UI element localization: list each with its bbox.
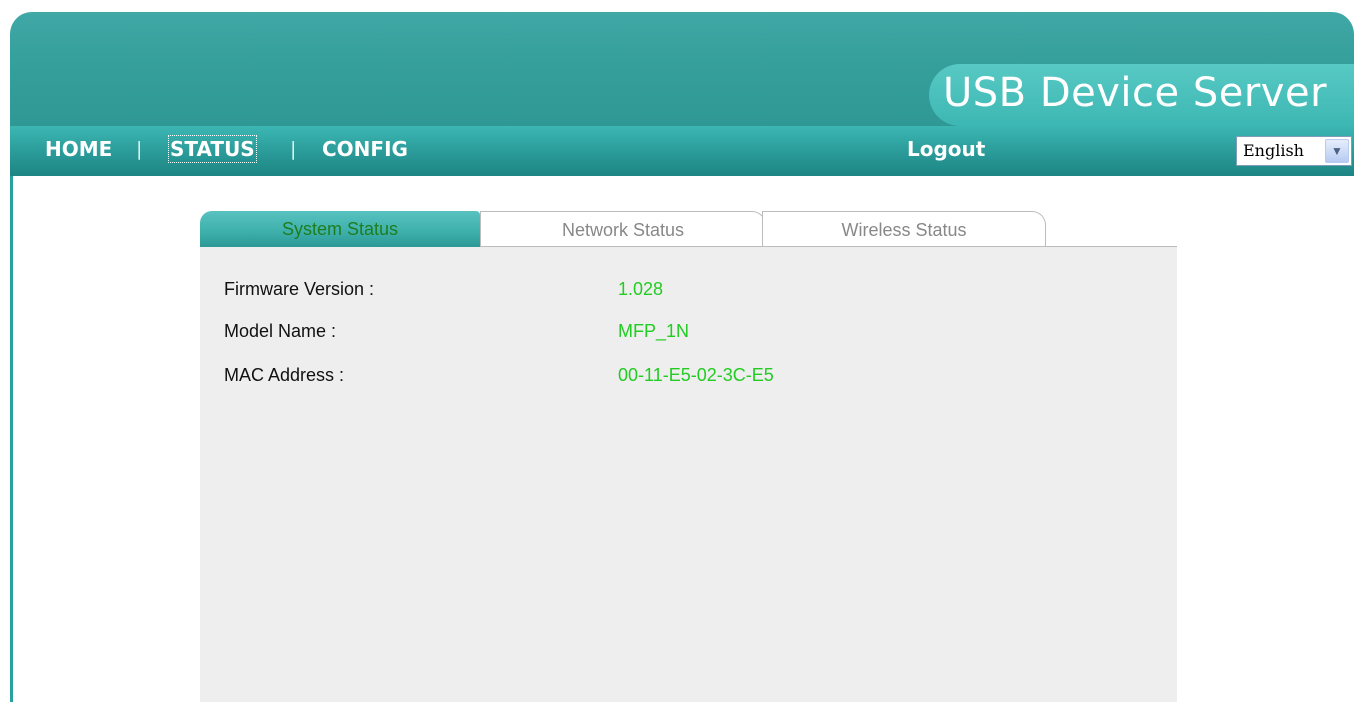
nav-config[interactable]: CONFIG <box>322 137 408 161</box>
model-name-label: Model Name : <box>224 321 337 341</box>
logout-link[interactable]: Logout <box>907 137 985 161</box>
app-title: USB Device Server <box>943 70 1328 116</box>
language-selected-value: English <box>1243 141 1304 160</box>
tab-system-status[interactable]: System Status <box>200 211 480 247</box>
firmware-version-value: 1.028 <box>618 279 664 299</box>
chevron-down-icon[interactable]: ▼ <box>1325 139 1349 163</box>
brand-pill: USB Device Server <box>929 64 1354 126</box>
model-name-row: Model Name : MFP_1N <box>224 321 689 342</box>
mac-address-label: MAC Address : <box>224 365 345 385</box>
language-select[interactable]: English ▼ <box>1236 136 1352 166</box>
system-status-panel: Firmware Version : 1.028 Model Name : MF… <box>200 247 1177 702</box>
nav-status[interactable]: STATUS <box>168 135 257 163</box>
tab-wireless-status[interactable]: Wireless Status <box>762 211 1046 247</box>
nav-separator: | <box>290 138 297 160</box>
mac-address-value: 00-11-E5-02-3C-E5 <box>618 365 774 385</box>
left-border-line <box>10 176 13 702</box>
firmware-version-label: Firmware Version : <box>224 279 375 299</box>
firmware-version-row: Firmware Version : 1.028 <box>224 279 663 300</box>
model-name-value: MFP_1N <box>618 321 690 341</box>
header-banner: USB Device Server <box>10 12 1354 126</box>
nav-home[interactable]: HOME <box>45 137 112 161</box>
nav-bar: HOME | STATUS | CONFIG Logout English ▼ <box>10 126 1354 176</box>
mac-address-row: MAC Address : 00-11-E5-02-3C-E5 <box>224 365 774 386</box>
tab-network-status[interactable]: Network Status <box>480 211 766 247</box>
nav-separator: | <box>136 138 143 160</box>
